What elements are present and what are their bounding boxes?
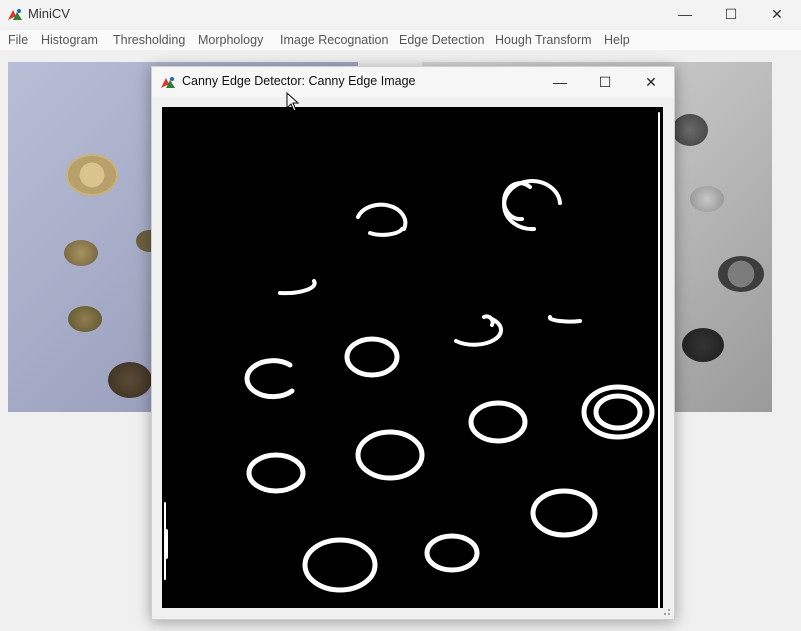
close-button[interactable]: ✕ [754,0,800,28]
coin [682,328,724,362]
mouse-pointer-icon [286,92,300,112]
coin [64,240,98,266]
maximize-icon: ☐ [598,73,612,90]
canny-dialog: Canny Edge Detector: Canny Edge Image — … [151,66,675,620]
minimize-icon: — [678,6,692,22]
coin [718,256,764,292]
app-icon [161,77,175,88]
dialog-titlebar[interactable]: Canny Edge Detector: Canny Edge Image — … [152,67,674,97]
window-title: MiniCV [28,6,70,21]
resize-grip-icon[interactable] [661,606,671,616]
coin [68,306,102,332]
dialog-close-button[interactable]: ✕ [628,67,674,97]
dialog-minimize-button[interactable]: — [537,67,583,97]
menu-histogram[interactable]: Histogram [41,33,98,47]
minimize-icon: — [553,74,567,90]
maximize-button[interactable]: ☐ [708,0,754,28]
dialog-maximize-button[interactable]: ☐ [582,67,628,97]
canny-edge-image [162,107,663,608]
close-icon: ✕ [771,5,783,22]
coin [108,362,152,398]
menu-hough-transform[interactable]: Hough Transform [495,33,592,47]
menu-image-recognation[interactable]: Image Recognation [280,33,388,47]
main-titlebar[interactable]: MiniCV — ☐ ✕ [0,0,801,28]
close-icon: ✕ [645,73,657,90]
app-icon [8,9,22,20]
minimize-button[interactable]: — [662,0,708,28]
maximize-icon: ☐ [724,5,738,22]
coin [672,114,708,146]
dialog-title: Canny Edge Detector: Canny Edge Image [182,74,416,88]
menu-morphology[interactable]: Morphology [198,33,263,47]
menu-file[interactable]: File [8,33,28,47]
menu-bar: File Histogram Thresholding Morphology I… [0,30,801,50]
menu-help[interactable]: Help [604,33,630,47]
menu-thresholding[interactable]: Thresholding [113,33,185,47]
coin [690,186,724,212]
menu-edge-detection[interactable]: Edge Detection [399,33,484,47]
coin [66,154,118,196]
